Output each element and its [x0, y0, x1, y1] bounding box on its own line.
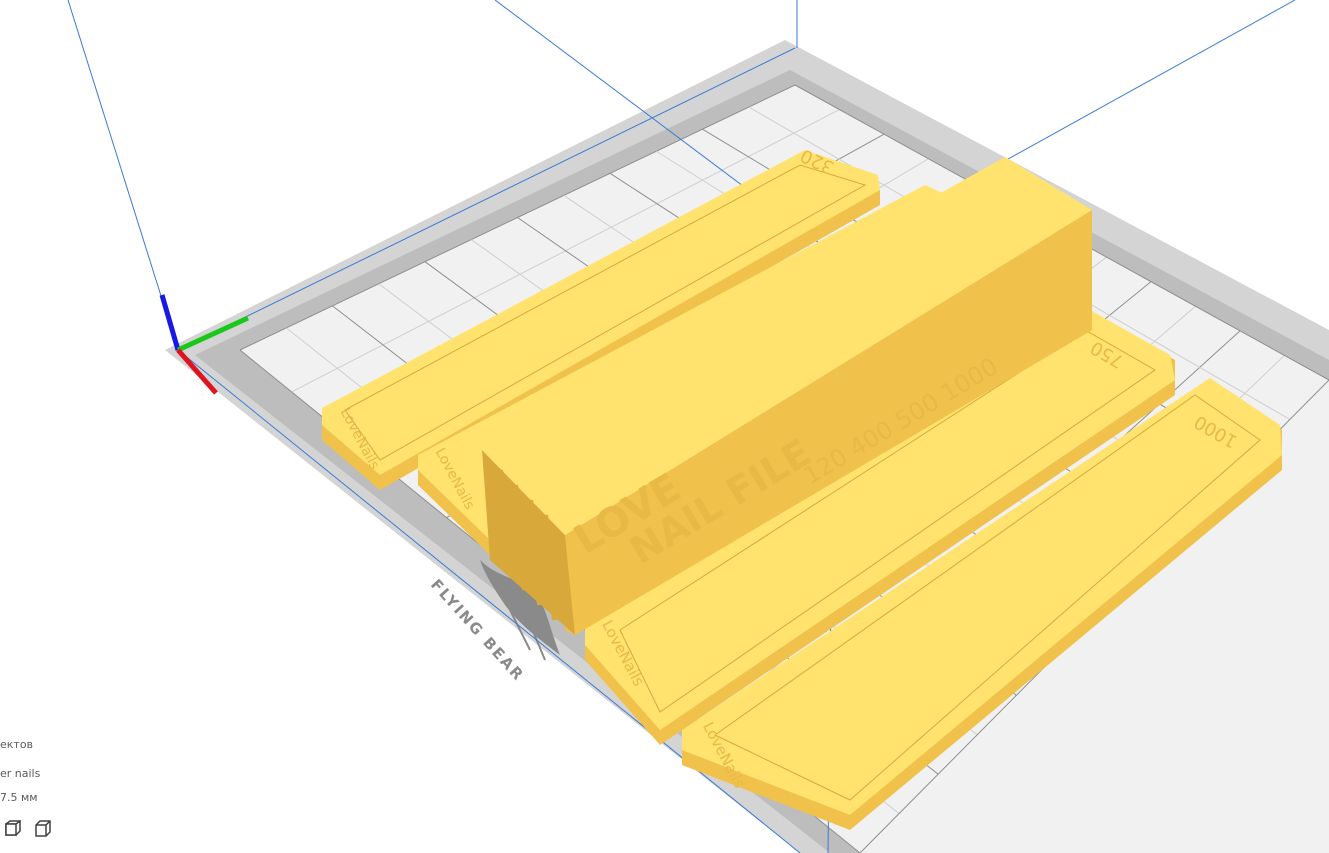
front-view-cube-icon: [5, 820, 21, 836]
3d-viewport[interactable]: FLYING BEAR 320 LoveNails LoveNails 1000…: [0, 0, 1329, 853]
info-model-name-text: er nails: [0, 767, 41, 780]
info-dimensions-text: 7.5 мм: [0, 791, 38, 804]
axis-z-line: [159, 294, 181, 351]
info-objects-text: ектов: [0, 738, 34, 751]
perspective-view-cube-icon: [35, 820, 51, 837]
perspective-view-button[interactable]: [32, 818, 54, 840]
scene-canvas[interactable]: FLYING BEAR 320 LoveNails LoveNails 1000…: [0, 0, 1329, 853]
front-view-button[interactable]: [2, 818, 24, 840]
